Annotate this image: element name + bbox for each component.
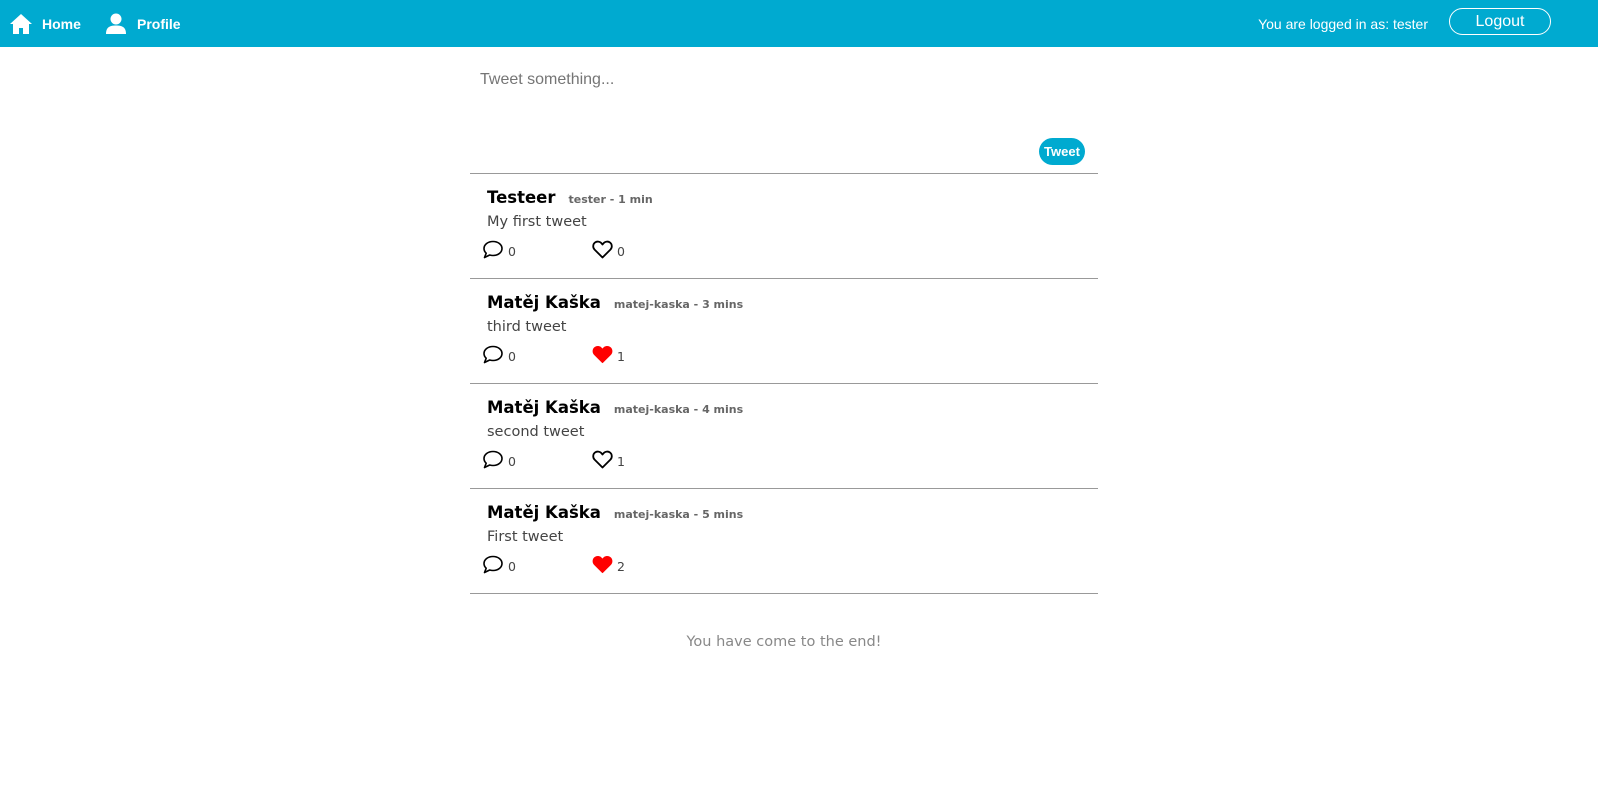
like-count: 0 — [617, 243, 625, 259]
like-button[interactable]: 1 — [592, 345, 625, 368]
comment-count: 0 — [508, 453, 516, 469]
comment-icon — [482, 344, 504, 368]
heart-filled-icon — [592, 555, 613, 578]
comment-count: 0 — [508, 243, 516, 259]
tweet-text: My first tweet — [487, 214, 587, 230]
heart-outline-icon — [592, 450, 613, 473]
comment-icon — [482, 554, 504, 578]
heart-filled-icon — [592, 345, 613, 368]
comment-button[interactable]: 0 — [482, 239, 516, 263]
tweet-author-name[interactable]: Matěj Kaška — [487, 293, 601, 312]
like-button[interactable]: 1 — [592, 450, 625, 473]
tweet-author-name[interactable]: Matěj Kaška — [487, 503, 601, 522]
end-of-feed-message: You have come to the end! — [686, 634, 882, 650]
user-icon — [106, 13, 126, 35]
top-navbar: Home Profile You are logged in as: teste… — [0, 0, 1598, 47]
tweet-button[interactable]: Tweet — [1039, 138, 1085, 165]
like-count: 1 — [617, 453, 625, 469]
comment-button[interactable]: 0 — [482, 344, 516, 368]
logged-in-status: You are logged in as: tester — [1258, 15, 1428, 32]
tweet-meta: matej-kaska - 3 mins — [613, 298, 744, 311]
nav-profile-link[interactable]: Profile — [106, 0, 181, 47]
tweet-item[interactable]: Matěj Kaška matej-kaska - 4 mins second … — [470, 384, 1098, 489]
tweet-item[interactable]: Matěj Kaška matej-kaska - 3 mins third t… — [470, 279, 1098, 384]
comment-button[interactable]: 0 — [482, 554, 516, 578]
comment-count: 0 — [508, 558, 516, 574]
nav-profile-label: Profile — [137, 15, 181, 32]
like-button[interactable]: 0 — [592, 240, 625, 263]
tweet-meta: matej-kaska - 4 mins — [613, 403, 744, 416]
comment-icon — [482, 239, 504, 263]
tweet-text: second tweet — [487, 424, 585, 440]
tweet-input[interactable] — [472, 63, 1088, 139]
tweet-item[interactable]: Matěj Kaška matej-kaska - 5 mins First t… — [470, 489, 1098, 594]
tweet-author-name[interactable]: Testeer — [487, 188, 555, 207]
logout-button[interactable]: Logout — [1449, 8, 1551, 35]
tweet-meta: tester - 1 min — [568, 193, 653, 206]
tweet-composer: Tweet — [470, 47, 1098, 174]
tweet-feed: Testeer tester - 1 min My first tweet 0 … — [470, 174, 1098, 594]
comment-button[interactable]: 0 — [482, 449, 516, 473]
like-count: 1 — [617, 348, 625, 364]
comment-count: 0 — [508, 348, 516, 364]
home-icon — [9, 13, 33, 35]
like-count: 2 — [617, 558, 625, 574]
heart-outline-icon — [592, 240, 613, 263]
tweet-meta: matej-kaska - 5 mins — [613, 508, 744, 521]
like-button[interactable]: 2 — [592, 555, 625, 578]
nav-home-link[interactable]: Home — [9, 0, 81, 47]
tweet-text: third tweet — [487, 319, 567, 335]
nav-home-label: Home — [42, 15, 81, 32]
comment-icon — [482, 449, 504, 473]
tweet-author-name[interactable]: Matěj Kaška — [487, 398, 601, 417]
tweet-text: First tweet — [487, 529, 564, 545]
tweet-item[interactable]: Testeer tester - 1 min My first tweet 0 … — [470, 174, 1098, 279]
